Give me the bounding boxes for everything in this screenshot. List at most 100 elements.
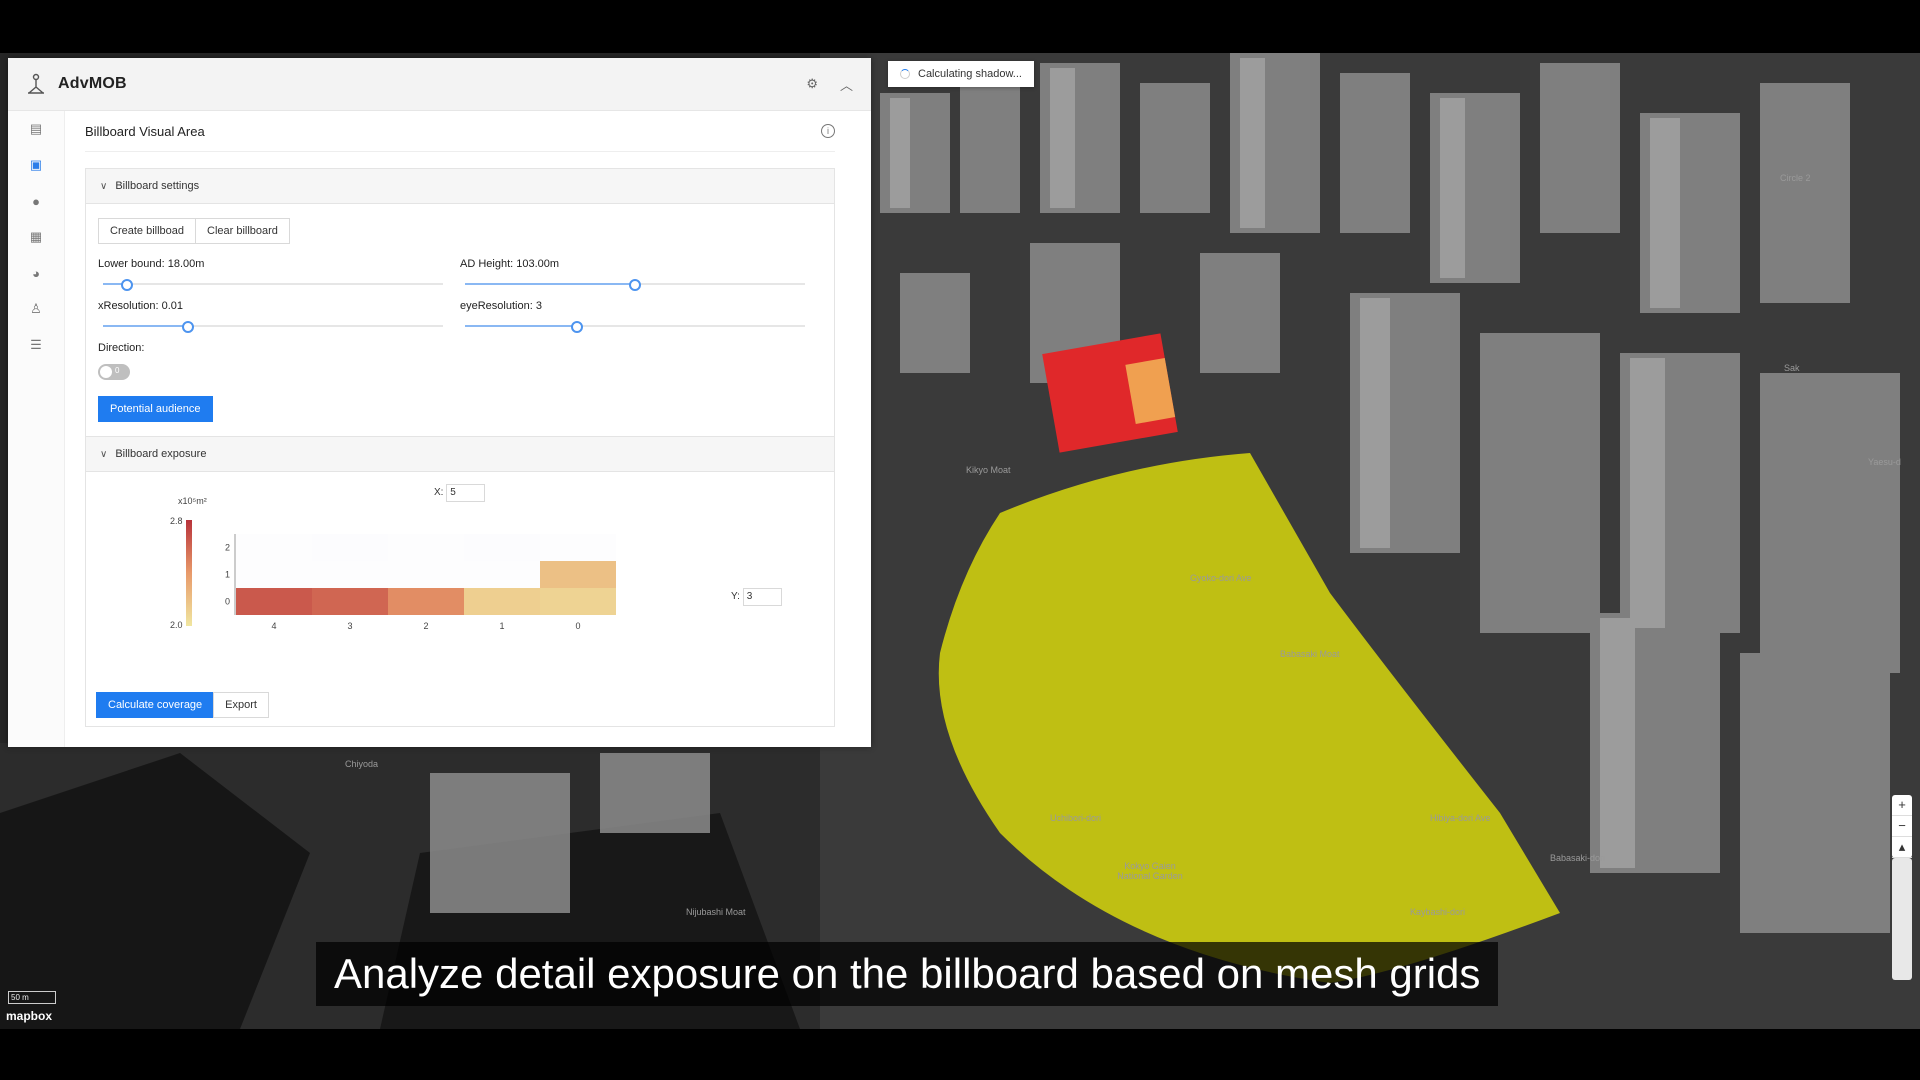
map-label-gyoko-dori: Gyoko-dori Ave xyxy=(1190,573,1252,583)
sidebar-location-icon[interactable]: ● xyxy=(8,183,64,219)
chevron-down-icon: ∨ xyxy=(100,448,108,460)
potential-audience-button[interactable]: Potential audience xyxy=(98,396,213,422)
map-tool-control[interactable] xyxy=(1892,858,1912,980)
heatmap-cell xyxy=(388,561,464,588)
lower-bound-slider[interactable] xyxy=(103,278,443,291)
calculate-coverage-button[interactable]: Calculate coverage xyxy=(96,692,215,718)
heatmap-cell xyxy=(540,534,616,561)
y-input[interactable]: 3 xyxy=(742,588,782,606)
info-icon[interactable]: i xyxy=(821,124,835,138)
map-label-kokyo-gaien: Kokyo Gaien National Garden xyxy=(1117,861,1183,881)
sidebar-billboard-icon[interactable]: ▣ xyxy=(8,147,64,183)
map-scale: 50 m xyxy=(8,991,56,1004)
colorbar xyxy=(186,520,192,626)
heatmap-cell xyxy=(464,588,540,615)
gear-icon[interactable]: ⚙ xyxy=(806,76,818,92)
exposure-heatmap: x10⁵m² 2.8 2.0 4 3 2 1 0 0 1 2 xyxy=(170,496,616,631)
map-label-hibiya-dori: Hibiya-dori Ave xyxy=(1430,813,1491,823)
sidebar: ▤ ▣ ● ▦ ◕ ♙ ☰ xyxy=(8,111,65,747)
map-nav-control: + − ▴ xyxy=(1892,795,1912,858)
sidebar-building-icon[interactable]: ▤ xyxy=(8,111,64,147)
billboard-settings-section: ∨ Billboard settings Create billboad Clea… xyxy=(85,168,835,727)
chevron-down-icon: ∨ xyxy=(100,180,108,192)
map-label-kaybashi-dori: Kaybashi-dori xyxy=(1410,907,1466,917)
panel-header: AdvMOB ⚙ ︿ xyxy=(8,58,871,111)
collapse-icon[interactable]: ︿ xyxy=(840,75,853,94)
heatmap-cell xyxy=(236,534,312,561)
map-label-chiyoda: Chiyoda xyxy=(345,759,379,769)
heatmap-cell xyxy=(540,588,616,615)
y-label: Y: xyxy=(731,591,740,602)
map-label-babasaki-dori: Babasaki-dori xyxy=(1550,853,1606,863)
create-billboard-button[interactable]: Create billboad xyxy=(98,218,196,244)
heatmap-cell xyxy=(312,534,388,561)
heatmap-cell xyxy=(464,534,540,561)
sidebar-chart-icon[interactable]: ◕ xyxy=(8,255,64,291)
heatmap-cell xyxy=(236,588,312,615)
spinner-icon xyxy=(900,69,910,79)
y-tick-label: 1 xyxy=(225,570,230,580)
map-label-uchibori: Uchibori-dori xyxy=(1050,813,1102,823)
y-input-group: Y: 3 xyxy=(731,588,782,606)
clear-billboard-button[interactable]: Clear billboard xyxy=(195,218,290,244)
export-button[interactable]: Export xyxy=(213,692,269,718)
colorbar-max-label: 2.8 xyxy=(170,516,183,526)
colorbar-unit: x10⁵m² xyxy=(178,496,207,506)
lower-bound-label: Lower bound: 18.00m xyxy=(98,258,205,270)
zoom-out-button[interactable]: − xyxy=(1892,816,1912,837)
control-panel: AdvMOB ⚙ ︿ ▤ ▣ ● ▦ ◕ ♙ ☰ Billboard Visua… xyxy=(8,58,871,747)
map-label-kikyo-moat: Kikyo Moat xyxy=(966,465,1011,475)
heatmap-cell xyxy=(236,561,312,588)
map-label-yaesu: Yaesu-d xyxy=(1868,457,1901,467)
direction-toggle-value: 0 xyxy=(115,366,120,375)
x-tick-label: 3 xyxy=(347,621,352,631)
billboard-settings-body: Create billboad Clear billboard Lower bou… xyxy=(86,204,834,436)
map-label-circle2: Circle 2 xyxy=(1780,173,1811,183)
heatmap-cell xyxy=(388,588,464,615)
x-tick-label: 4 xyxy=(271,621,276,631)
panel-content: Billboard Visual Area i ∨ Billboard sett… xyxy=(85,111,835,733)
app-logo-icon xyxy=(28,73,44,94)
y-tick-label: 2 xyxy=(225,543,230,553)
sidebar-grid-icon[interactable]: ▦ xyxy=(8,219,64,255)
map-label-sak: Sak xyxy=(1784,363,1800,373)
heatmap-cell xyxy=(464,561,540,588)
x-tick-label: 1 xyxy=(499,621,504,631)
direction-toggle[interactable]: 0 xyxy=(98,364,130,380)
sidebar-person-icon[interactable]: ♙ xyxy=(8,291,64,327)
billboard-exposure-header[interactable]: ∨ Billboard exposure xyxy=(86,436,834,472)
colorbar-min-label: 2.0 xyxy=(170,620,183,630)
y-tick-label: 0 xyxy=(225,597,230,607)
app-title: AdvMOB xyxy=(58,75,127,92)
heatmap-cell xyxy=(312,561,388,588)
billboard-settings-header[interactable]: ∨ Billboard settings xyxy=(86,169,834,204)
map-label-babasaki-moat: Babasaki Moat xyxy=(1280,649,1340,659)
xresolution-label: xResolution: 0.01 xyxy=(98,300,183,312)
ad-height-label: AD Height: 103.00m xyxy=(460,258,560,270)
map-label-nijubashi-moat: Nijubashi Moat xyxy=(686,907,746,917)
app-frame: Chiyoda Uchibori-dori Kokyo Gaien Nation… xyxy=(0,53,1920,1029)
subtitle-caption: Analyze detail exposure on the billboard… xyxy=(316,942,1499,1006)
eyeresolution-label: eyeResolution: 3 xyxy=(460,300,542,312)
page-title: Billboard Visual Area xyxy=(85,123,205,139)
heatmap-cell xyxy=(388,534,464,561)
zoom-in-button[interactable]: + xyxy=(1892,795,1912,816)
billboard-settings-title: Billboard settings xyxy=(115,180,200,192)
sidebar-list-icon[interactable]: ☰ xyxy=(8,327,64,363)
heatmap-cell xyxy=(312,588,388,615)
heatmap-cell xyxy=(540,561,616,588)
direction-label: Direction: xyxy=(98,342,145,354)
mapbox-logo: mapbox xyxy=(6,1009,53,1023)
billboard-exposure-body: X: 5 Y: 3 x10⁵m² 2.8 2.0 4 3 2 1 0 0 1 2… xyxy=(86,472,834,726)
ad-height-slider[interactable] xyxy=(465,278,805,291)
toast-text: Calculating shadow... xyxy=(918,68,1022,80)
calculating-toast: Calculating shadow... xyxy=(888,61,1034,87)
page-title-bar: Billboard Visual Area i xyxy=(85,111,835,152)
x-tick-label: 2 xyxy=(423,621,428,631)
compass-button[interactable]: ▴ xyxy=(1892,837,1912,858)
eyeresolution-slider[interactable] xyxy=(465,320,805,333)
xresolution-slider[interactable] xyxy=(103,320,443,333)
billboard-exposure-title: Billboard exposure xyxy=(115,448,207,460)
exposure-actions: Calculate coverage Export xyxy=(96,692,269,718)
x-tick-label: 0 xyxy=(575,621,580,631)
